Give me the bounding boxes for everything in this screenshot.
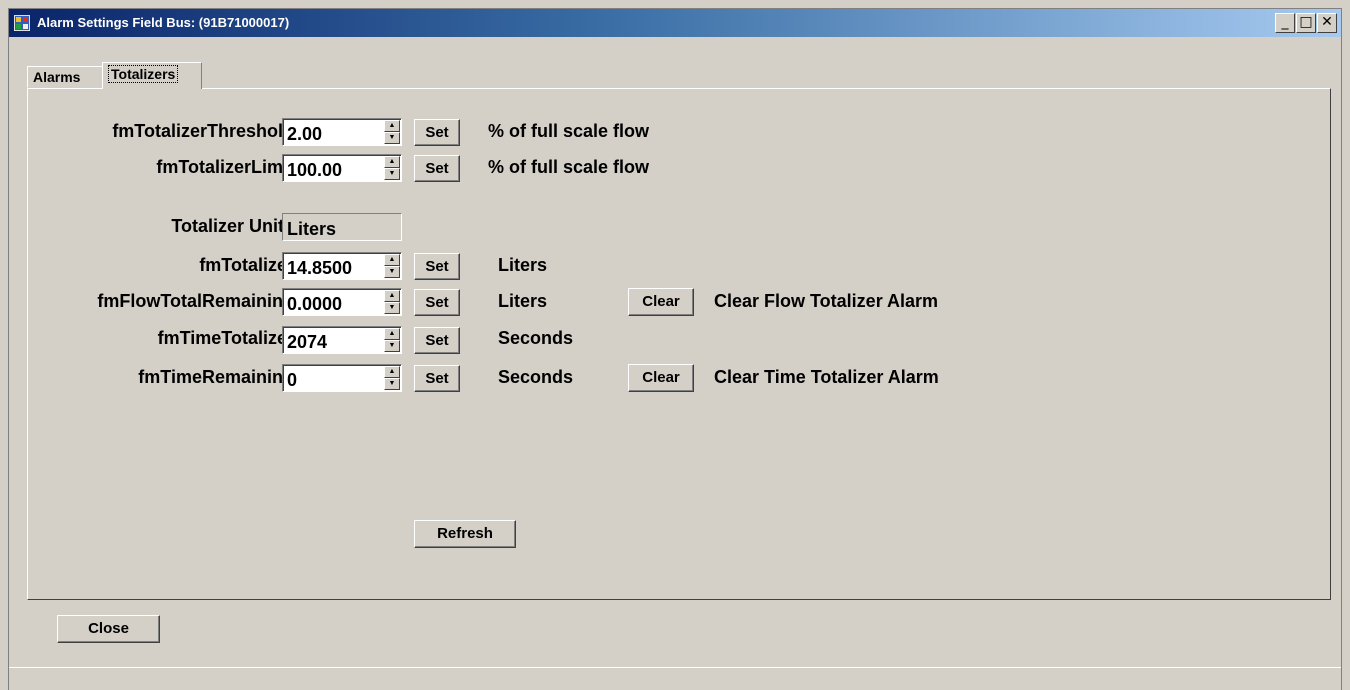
spinner-arrows[interactable]: ▲ ▼ xyxy=(384,290,400,314)
tab-label: Totalizers xyxy=(108,65,179,83)
totalizer-units-label: Totalizer Units xyxy=(171,216,294,236)
set-limit-button[interactable]: Set xyxy=(414,155,460,182)
totalizers-panel: fmTotalizerThreshold 2.00 ▲ ▼ Set % of fu… xyxy=(27,88,1331,600)
flow-remaining-spinner[interactable]: 0.0000 ▲ ▼ xyxy=(282,288,402,316)
set-flow-remaining-button[interactable]: Set xyxy=(414,289,460,316)
unit-label: Liters xyxy=(498,291,548,311)
clear-flow-totalizer-label: Clear Flow Totalizer Alarm xyxy=(714,291,939,311)
time-remaining-spinner[interactable]: 0 ▲ ▼ xyxy=(282,364,402,392)
unit-label: Seconds xyxy=(498,328,574,348)
spin-down-icon[interactable]: ▼ xyxy=(384,378,400,390)
field-label: fmTimeTotalizer xyxy=(157,328,294,348)
spin-down-icon[interactable]: ▼ xyxy=(384,132,400,144)
unit-label: Seconds xyxy=(498,367,574,387)
spinner-arrows[interactable]: ▲ ▼ xyxy=(384,366,400,390)
spin-up-icon[interactable]: ▲ xyxy=(384,156,400,168)
spinner-value[interactable]: 2.00 xyxy=(287,123,322,145)
field-label: fmTotalizerThreshold xyxy=(112,121,294,141)
unit-label: % of full scale flow xyxy=(488,157,650,177)
spin-up-icon[interactable]: ▲ xyxy=(384,366,400,378)
spinner-arrows[interactable]: ▲ ▼ xyxy=(384,328,400,352)
spinner-value[interactable]: 100.00 xyxy=(287,159,342,181)
close-button[interactable]: Close xyxy=(57,615,160,643)
spinner-arrows[interactable]: ▲ ▼ xyxy=(384,120,400,144)
spin-up-icon[interactable]: ▲ xyxy=(384,328,400,340)
unit-label: % of full scale flow xyxy=(488,121,650,141)
threshold-spinner[interactable]: 2.00 ▲ ▼ xyxy=(282,118,402,146)
tab-alarms[interactable]: Alarms xyxy=(27,66,105,88)
set-threshold-button[interactable]: Set xyxy=(414,119,460,146)
spinner-value[interactable]: 14.8500 xyxy=(287,257,352,279)
bottom-divider xyxy=(9,667,1341,668)
field-label: fmTimeRemaining xyxy=(138,367,294,387)
maximize-button[interactable]: □ xyxy=(1296,13,1316,33)
field-label: fmTotalizerLimit xyxy=(156,157,294,177)
field-label: fmTotalizer xyxy=(199,255,294,275)
close-window-button[interactable]: ✕ xyxy=(1317,13,1337,33)
totalizer-spinner[interactable]: 14.8500 ▲ ▼ xyxy=(282,252,402,280)
spin-up-icon[interactable]: ▲ xyxy=(384,290,400,302)
clear-time-totalizer-button[interactable]: Clear xyxy=(628,364,694,392)
field-label: fmFlowTotalRemaining xyxy=(97,291,294,311)
clear-time-totalizer-label: Clear Time Totalizer Alarm xyxy=(714,367,939,387)
minimize-button[interactable]: _ xyxy=(1275,13,1295,33)
clear-flow-totalizer-button[interactable]: Clear xyxy=(628,288,694,316)
tab-totalizers[interactable]: Totalizers xyxy=(102,62,202,89)
app-icon xyxy=(14,15,30,31)
window-title: Alarm Settings Field Bus: (91B71000017) xyxy=(37,15,290,30)
set-totalizer-button[interactable]: Set xyxy=(414,253,460,280)
tab-label: Alarms xyxy=(33,69,81,85)
totalizer-units-field: Liters xyxy=(282,213,402,241)
alarm-settings-window: Alarm Settings Field Bus: (91B71000017) … xyxy=(8,8,1342,690)
refresh-button[interactable]: Refresh xyxy=(414,520,516,548)
spinner-value[interactable]: 0.0000 xyxy=(287,293,342,315)
units-value: Liters xyxy=(287,219,337,239)
spin-up-icon[interactable]: ▲ xyxy=(384,254,400,266)
spinner-arrows[interactable]: ▲ ▼ xyxy=(384,254,400,278)
spin-down-icon[interactable]: ▼ xyxy=(384,168,400,180)
spin-down-icon[interactable]: ▼ xyxy=(384,266,400,278)
title-bar[interactable]: Alarm Settings Field Bus: (91B71000017) … xyxy=(9,9,1341,37)
unit-label: Liters xyxy=(498,255,548,275)
spin-up-icon[interactable]: ▲ xyxy=(384,120,400,132)
set-time-totalizer-button[interactable]: Set xyxy=(414,327,460,354)
time-totalizer-spinner[interactable]: 2074 ▲ ▼ xyxy=(282,326,402,354)
set-time-remaining-button[interactable]: Set xyxy=(414,365,460,392)
limit-spinner[interactable]: 100.00 ▲ ▼ xyxy=(282,154,402,182)
spin-down-icon[interactable]: ▼ xyxy=(384,302,400,314)
spinner-value[interactable]: 0 xyxy=(287,369,297,391)
spin-down-icon[interactable]: ▼ xyxy=(384,340,400,352)
window-controls: _ □ ✕ xyxy=(1274,13,1337,33)
spinner-arrows[interactable]: ▲ ▼ xyxy=(384,156,400,180)
spinner-value[interactable]: 2074 xyxy=(287,331,327,353)
